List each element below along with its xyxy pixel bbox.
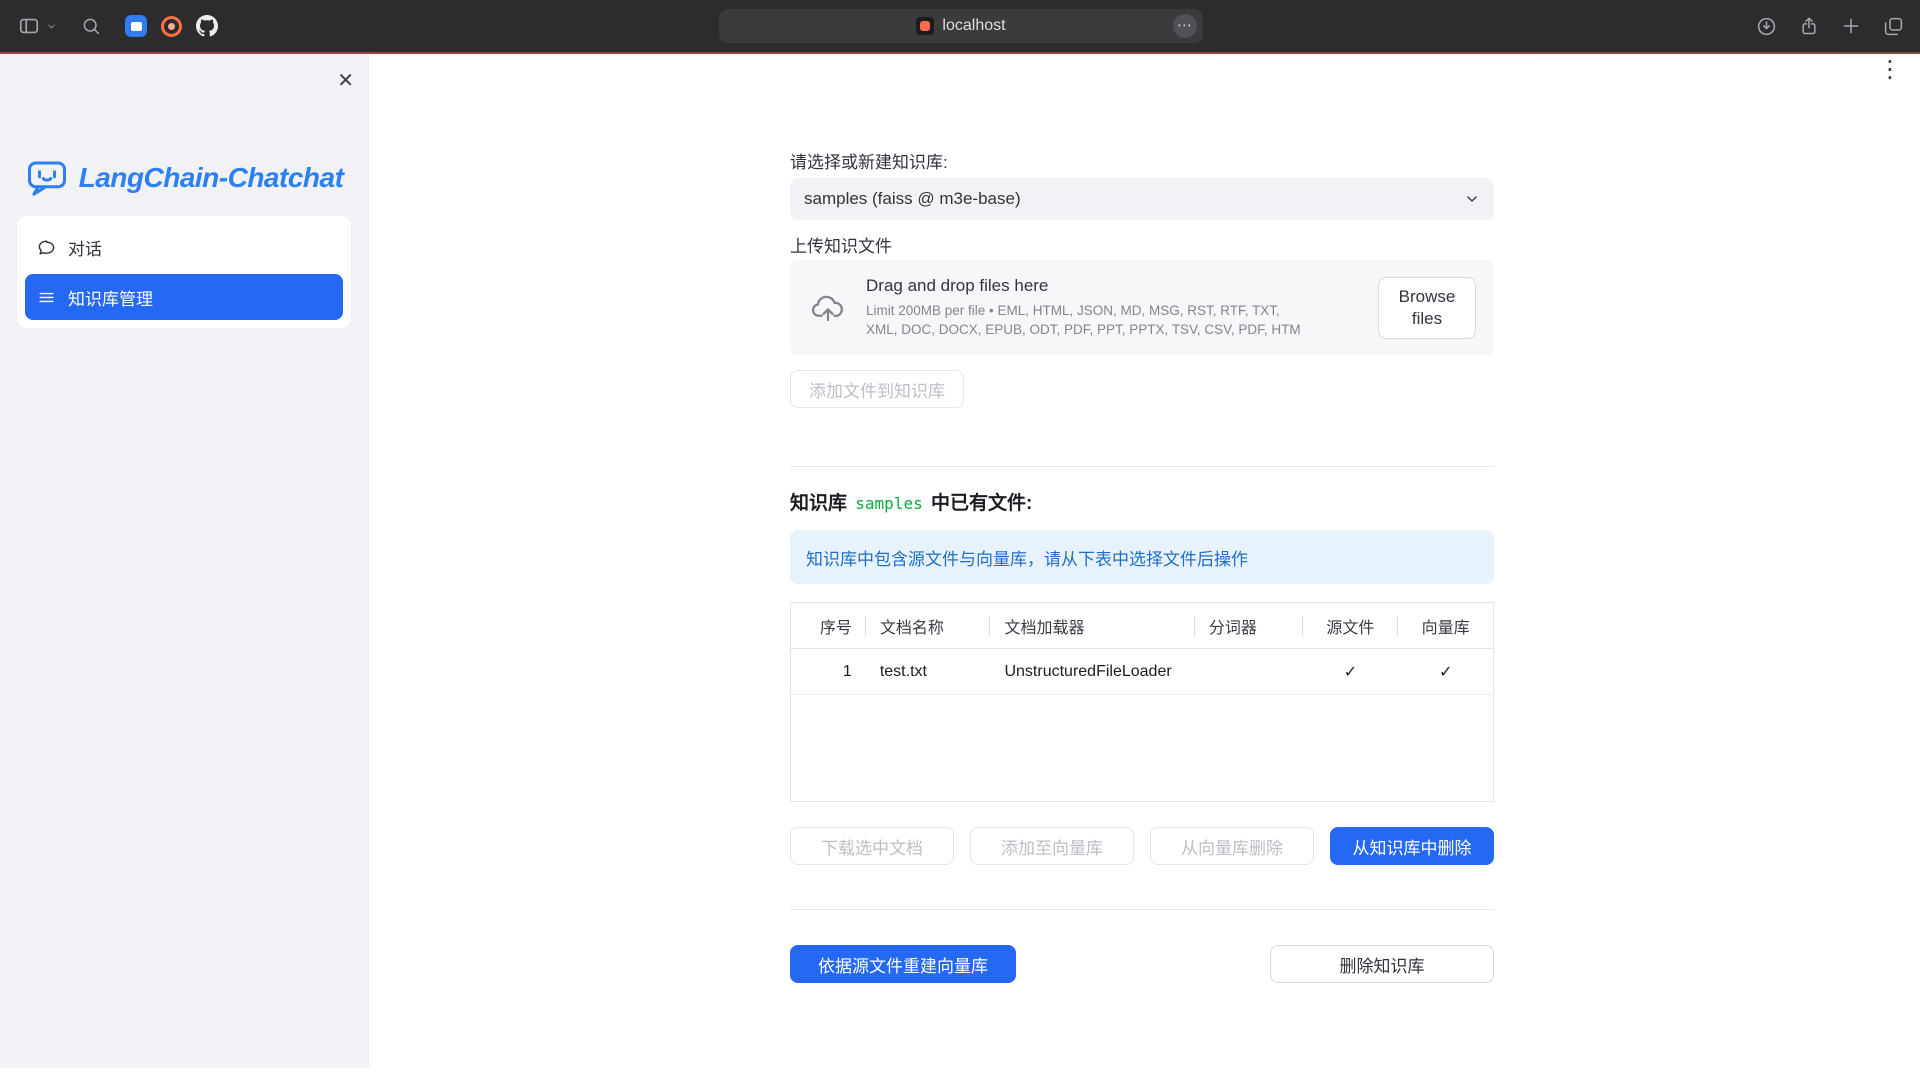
kb-list-icon [37,288,56,307]
kb-files-heading-prefix: 知识库 [790,493,852,514]
search-icon[interactable] [81,16,101,36]
kb-files-heading-suffix: 中已有文件: [926,493,1033,514]
rebuild-vector-store-button[interactable]: 依据源文件重建向量库 [790,945,1016,983]
file-action-buttons: 下载选中文档 添加至向量库 从向量库删除 从知识库中删除 [790,827,1494,865]
row-index: 1 [791,649,866,694]
divider [790,466,1494,467]
kb-select[interactable]: samples (faiss @ m3e-base) [790,178,1494,220]
extension-icon-record[interactable] [161,16,182,37]
nav-item-kb-label: 知识库管理 [68,285,153,310]
downloads-icon[interactable] [1756,16,1777,37]
col-header-loader: 文档加载器 [990,603,1194,648]
delete-from-kb-button[interactable]: 从知识库中删除 [1330,827,1494,865]
extension-icon-blue[interactable] [125,15,147,37]
app-logo: LangChain-Chatchat [0,158,368,198]
row-source-check: ✓ [1303,649,1399,694]
main-content: 请选择或新建知识库: samples (faiss @ m3e-base) 上传… [790,0,1494,1080]
divider [790,909,1494,910]
kb-files-heading: 知识库 samples 中已有文件: [790,488,1032,515]
nav-item-chat-label: 对话 [68,235,102,260]
upload-section-label: 上传知识文件 [790,232,892,257]
files-table-header: 序号 文档名称 文档加载器 分词器 源文件 向量库 [791,603,1493,649]
nav-item-chat[interactable]: 对话 [25,224,343,270]
row-splitter [1195,649,1303,694]
nav-item-knowledge-base[interactable]: 知识库管理 [25,274,343,320]
app-logo-icon [25,158,69,198]
col-header-name: 文档名称 [866,603,991,648]
sidebar-toggle-button[interactable] [18,15,57,37]
col-header-splitter: 分词器 [1195,603,1303,648]
row-loader: UnstructuredFileLoader [990,649,1194,694]
col-header-vector: 向量库 [1398,603,1493,648]
new-tab-icon[interactable] [1841,16,1861,36]
kb-action-buttons: 依据源文件重建向量库 删除知识库 [790,945,1494,983]
download-selected-button[interactable]: 下载选中文档 [790,827,954,865]
browse-files-button[interactable]: Browse files [1378,277,1476,339]
app-logo-text: LangChain-Chatchat [79,162,344,194]
sidebar-close-icon[interactable]: ✕ [337,68,354,93]
info-banner-text: 知识库中包含源文件与向量库，请从下表中选择文件后操作 [806,545,1248,570]
kb-name-code: samples [852,494,925,513]
col-header-source: 源文件 [1303,603,1399,648]
github-icon[interactable] [196,15,218,37]
add-to-vector-button[interactable]: 添加至向量库 [970,827,1134,865]
cloud-upload-icon [808,291,848,325]
dropzone-title: Drag and drop files here [866,276,1360,296]
chevron-down-icon [46,21,57,32]
remove-from-vector-button[interactable]: 从向量库删除 [1150,827,1314,865]
col-header-index: 序号 [791,603,866,648]
dropzone-instructions: Drag and drop files here Limit 200MB per… [866,276,1360,340]
sidebar-toggle-icon [18,15,40,37]
app-sidebar: ✕ LangChain-Chatchat 对话 知识库管理 [0,54,369,1068]
kb-select-label: 请选择或新建知识库: [790,148,948,173]
files-table: 序号 文档名称 文档加载器 分词器 源文件 向量库 1 test.txt Uns… [790,602,1494,802]
row-file-name: test.txt [866,649,991,694]
sidebar-nav: 对话 知识库管理 [17,216,351,328]
share-icon[interactable] [1799,15,1819,37]
dropzone-limit-text: Limit 200MB per file • EML, HTML, JSON, … [866,302,1306,340]
delete-kb-button[interactable]: 删除知识库 [1270,945,1494,983]
info-banner: 知识库中包含源文件与向量库，请从下表中选择文件后操作 [790,530,1494,584]
main-menu-icon[interactable]: ⋮ [1878,58,1902,82]
table-row[interactable]: 1 test.txt UnstructuredFileLoader ✓ ✓ [791,649,1493,695]
add-to-kb-button[interactable]: 添加文件到知识库 [790,370,964,408]
tab-overview-icon[interactable] [1883,16,1904,37]
row-vector-check: ✓ [1398,649,1493,694]
extension-icon-record-dot [168,23,175,30]
kb-select-value: samples (faiss @ m3e-base) [804,189,1021,209]
select-chevron-icon [1464,191,1480,207]
extension-icon-blue-glyph [131,22,142,31]
file-dropzone[interactable]: Drag and drop files here Limit 200MB per… [790,260,1494,355]
chat-bubble-icon [37,238,56,257]
